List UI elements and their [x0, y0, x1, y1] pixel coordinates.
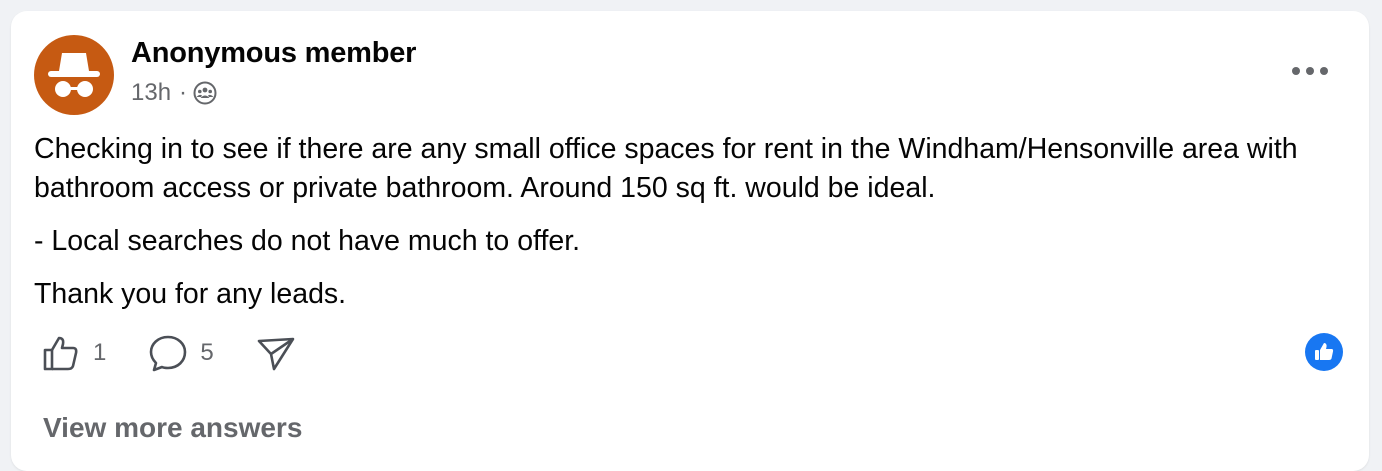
post-body: Checking in to see if there are any smal… [34, 130, 1354, 314]
more-options-button[interactable] [1292, 61, 1328, 81]
author-name[interactable]: Anonymous member [131, 37, 416, 70]
thumbs-up-icon [43, 336, 78, 371]
post-paragraph: Checking in to see if there are any smal… [34, 133, 1298, 204]
comment-button[interactable]: 5 [148, 333, 214, 373]
like-reaction-icon[interactable] [1305, 333, 1343, 371]
post-paragraph: - Local searches do not have much to off… [34, 225, 581, 257]
meta-separator: · [179, 79, 188, 106]
share-button[interactable] [256, 333, 296, 373]
comment-count: 5 [200, 339, 214, 366]
post-meta: 13h · [131, 79, 217, 107]
anonymous-avatar[interactable] [34, 35, 114, 115]
comment-icon [150, 335, 187, 372]
more-dot-icon [1306, 67, 1314, 75]
post-timestamp[interactable]: 13h [131, 79, 171, 107]
action-bar: 1 5 [41, 333, 338, 373]
more-dot-icon [1292, 67, 1300, 75]
like-button[interactable]: 1 [41, 333, 106, 373]
like-count: 1 [93, 339, 107, 366]
view-more-answers-link[interactable]: View more answers [43, 412, 302, 444]
post-paragraph: Thank you for any leads. [34, 278, 347, 310]
incognito-icon [48, 53, 100, 97]
post-card: Anonymous member 13h · Checking in to se… [11, 11, 1369, 471]
more-dot-icon [1320, 67, 1328, 75]
group-icon [193, 81, 217, 105]
share-icon [257, 337, 295, 371]
